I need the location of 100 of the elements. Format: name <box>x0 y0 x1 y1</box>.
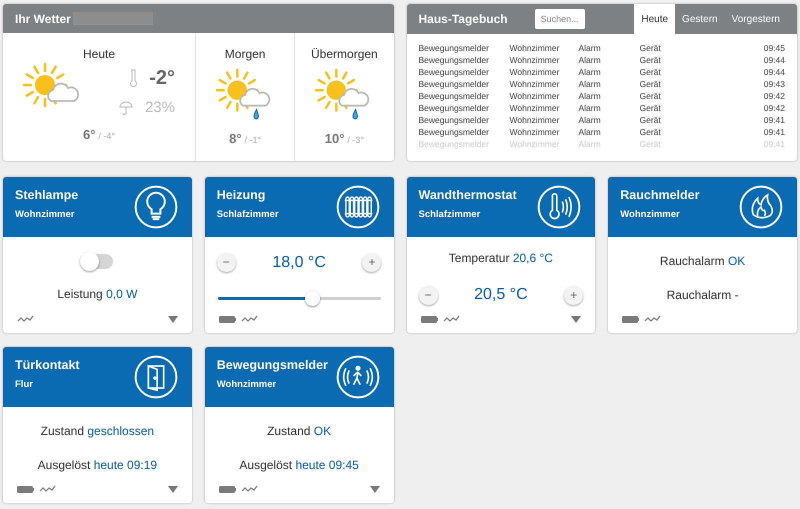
device-title: Türkontakt <box>15 359 80 372</box>
device-title: Bewegungsmelder <box>216 359 328 372</box>
table-cell-text: Alarm <box>578 54 602 66</box>
chart-line-icon[interactable] <box>442 315 460 323</box>
table-cell-text: Bewegungsmelder <box>418 102 490 114</box>
chart-line-icon[interactable] <box>644 315 662 323</box>
low-temperature: / -4° <box>98 130 116 143</box>
table-cell-text: Bewegungsmelder <box>418 78 490 90</box>
table-cell-text: Wohnzimmer <box>510 54 560 66</box>
table-cell-text: Wohnzimmer <box>510 66 560 78</box>
thermometer-signal-icon <box>537 185 582 229</box>
reading-text: Zustand OK <box>267 423 332 440</box>
table-cell: 09:42 <box>764 90 785 102</box>
reading-text: Rauchalarm OK <box>660 253 746 270</box>
table-cell-text: Gerät <box>640 78 662 90</box>
minus-button[interactable]: − <box>418 286 438 304</box>
low-temperature: / -1° <box>244 134 262 147</box>
chart-line-icon[interactable] <box>17 315 34 323</box>
temperature-slider[interactable] <box>218 290 381 306</box>
room-label: Wohnzimmer <box>216 380 278 389</box>
plus-button[interactable]: + <box>564 286 584 304</box>
table-cell: 09:43 <box>764 78 785 90</box>
room-label: Wohnzimmer <box>15 210 76 219</box>
room-label: Flur <box>15 380 34 389</box>
table-cell: 09:44 <box>764 66 785 78</box>
minus-button[interactable]: − <box>216 253 236 272</box>
day-tab[interactable]: Gestern <box>675 4 725 34</box>
table-cell-text: Wohnzimmer <box>510 114 560 126</box>
table-cell-text: Gerät <box>640 126 662 138</box>
high-temperature: 10° <box>324 130 344 148</box>
device-title: Wandthermostat <box>418 189 517 202</box>
caret-icon[interactable] <box>168 316 178 322</box>
setpoint-value: 18,0 °C <box>272 252 326 272</box>
panel-title: Ihr Wetter <box>15 10 71 28</box>
table-cell-text: Bewegungsmelder <box>418 114 490 126</box>
day-tab[interactable]: Heute <box>634 4 676 34</box>
reading-text: Rauchalarm - <box>666 287 739 304</box>
table-cell-text: Wohnzimmer <box>510 126 560 138</box>
table-cell-text: Bewegungsmelder <box>418 90 490 102</box>
search-field[interactable]: Suchen... <box>534 9 585 29</box>
table-cell-text: Wohnzimmer <box>510 42 560 54</box>
door-icon <box>134 355 178 399</box>
table-cell-text: Gerät <box>640 90 662 102</box>
room-label: Schlafzimmer <box>418 210 482 219</box>
lightbulb-icon <box>134 185 178 229</box>
table-cell-text: Alarm <box>578 114 602 126</box>
table-cell-text: Alarm <box>578 90 602 102</box>
day-label: Morgen <box>224 46 266 63</box>
caret-icon[interactable] <box>571 316 582 322</box>
radiator-icon <box>336 185 380 229</box>
day-label: Übermorgen <box>311 46 378 63</box>
table-cell: 09:41 <box>764 126 785 138</box>
device-title: Rauchmelder <box>620 189 700 202</box>
table-cell-text: Alarm <box>578 102 602 114</box>
plus-button[interactable]: + <box>362 253 382 272</box>
table-cell: 09:45 <box>764 42 785 54</box>
day-tab[interactable]: Vorgestern <box>724 4 787 34</box>
high-temperature: 6° <box>82 126 96 144</box>
umbrella-icon <box>118 101 133 115</box>
device-title: Stehlampe <box>15 189 78 202</box>
table-cell: 09:42 <box>764 102 785 114</box>
high-temperature: 8° <box>229 130 242 148</box>
setpoint-value: 20,5 °C <box>474 285 528 305</box>
chart-line-icon[interactable] <box>39 485 56 493</box>
table-cell: 09:41 <box>764 114 785 126</box>
day-label: Heute <box>82 46 116 63</box>
flame-icon <box>739 185 783 229</box>
table-cell-text: Alarm <box>578 42 602 54</box>
table-cell-text: Wohnzimmer <box>510 102 560 114</box>
table-cell: 09:44 <box>764 54 785 66</box>
toggle-switch[interactable] <box>82 254 113 268</box>
table-cell-text: Gerät <box>640 102 662 114</box>
reading-text: Ausgelöst heute 09:45 <box>239 457 359 474</box>
table-cell-text: Alarm <box>578 126 602 138</box>
reading-text: Ausgelöst heute 09:19 <box>38 457 158 474</box>
reading-text: Temperatur 20,6 °C <box>448 250 553 267</box>
table-cell-text: Bewegungsmelder <box>418 42 490 54</box>
table-cell-text: Gerät <box>640 66 662 78</box>
table-cell-text: Gerät <box>640 114 662 126</box>
table-cell-text: Alarm <box>578 78 602 90</box>
device-title: Heizung <box>216 189 266 202</box>
table-cell-text: Bewegungsmelder <box>418 54 490 66</box>
room-label: Wohnzimmer <box>620 210 681 219</box>
current-temperature: -2° <box>149 66 175 91</box>
caret-icon[interactable] <box>370 486 380 492</box>
walking-person-signal-icon <box>336 355 380 399</box>
panel-title: Haus-Tagebuch <box>418 11 508 28</box>
table-cell-text: Gerät <box>640 42 662 54</box>
reading-text: Zustand geschlossen <box>40 423 154 440</box>
low-temperature: / -3° <box>347 134 364 147</box>
chart-line-icon[interactable] <box>240 485 258 493</box>
caret-icon[interactable] <box>168 486 178 492</box>
thermometer-icon <box>130 68 138 87</box>
chart-line-icon[interactable] <box>240 315 258 323</box>
table-cell-text: Bewegungsmelder <box>418 126 490 138</box>
table-cell-text: Wohnzimmer <box>510 90 560 102</box>
table-cell-text: Wohnzimmer <box>510 78 560 90</box>
table-cell-text: Bewegungsmelder <box>418 66 490 78</box>
rain-probability: 23% <box>144 98 175 118</box>
room-label: Schlafzimmer <box>216 210 279 219</box>
